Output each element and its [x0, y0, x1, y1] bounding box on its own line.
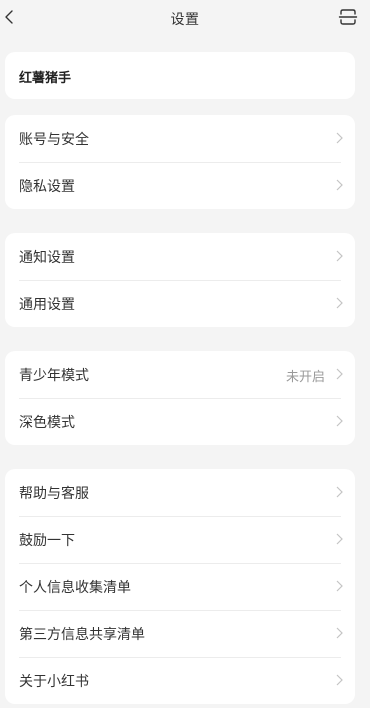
- settings-group-notifications: 通知设置 通用设置: [5, 233, 355, 327]
- settings-group-account: 账号与安全 隐私设置: [5, 115, 355, 209]
- row-label: 通用设置: [19, 297, 75, 313]
- chevron-right-icon: [336, 486, 343, 498]
- row-label: 个人信息收集清单: [19, 580, 131, 596]
- settings-row-teen-mode[interactable]: 青少年模式 未开启: [5, 351, 355, 398]
- settings-row-about[interactable]: 关于小红书: [5, 657, 355, 704]
- row-label: 账号与安全: [19, 132, 89, 148]
- username: 红薯猪手: [19, 71, 72, 86]
- row-label: 鼓励一下: [19, 533, 75, 549]
- row-label: 关于小红书: [19, 674, 89, 690]
- chevron-right-icon: [336, 297, 343, 309]
- chevron-right-icon: [336, 674, 343, 686]
- settings-row-notifications[interactable]: 通知设置: [5, 233, 355, 280]
- page-title: 设置: [170, 12, 200, 28]
- chevron-right-icon: [336, 179, 343, 191]
- chevron-right-icon: [336, 250, 343, 262]
- scan-icon[interactable]: [338, 7, 358, 27]
- row-label: 帮助与客服: [19, 486, 89, 502]
- chevron-right-icon: [336, 132, 343, 144]
- settings-row-general[interactable]: 通用设置: [5, 280, 355, 327]
- row-label: 第三方信息共享清单: [19, 627, 145, 643]
- settings-row-account-security[interactable]: 账号与安全: [5, 115, 355, 162]
- settings-row-personal-info-list[interactable]: 个人信息收集清单: [5, 563, 355, 610]
- chevron-right-icon: [336, 533, 343, 545]
- row-label: 青少年模式: [19, 368, 89, 384]
- settings-row-dark-mode[interactable]: 深色模式: [5, 398, 355, 445]
- row-label: 深色模式: [19, 415, 75, 431]
- chevron-right-icon: [336, 580, 343, 592]
- chevron-right-icon: [336, 368, 343, 380]
- settings-row-privacy[interactable]: 隐私设置: [5, 162, 355, 209]
- settings-row-help[interactable]: 帮助与客服: [5, 469, 355, 516]
- chevron-right-icon: [336, 627, 343, 639]
- chevron-right-icon: [336, 415, 343, 427]
- settings-group-modes: 青少年模式 未开启 深色模式: [5, 351, 355, 445]
- profile-card[interactable]: 红薯猪手: [5, 52, 355, 99]
- row-label: 隐私设置: [19, 179, 75, 195]
- settings-row-third-party-sharing[interactable]: 第三方信息共享清单: [5, 610, 355, 657]
- teen-mode-status: 未开启: [285, 370, 325, 385]
- settings-group-about: 帮助与客服 鼓励一下 个人信息收集清单 第三方信息共享清单 关于小红书: [5, 469, 355, 704]
- settings-row-encourage[interactable]: 鼓励一下: [5, 516, 355, 563]
- row-label: 通知设置: [19, 250, 75, 266]
- top-nav-bar: 设置: [0, 0, 370, 36]
